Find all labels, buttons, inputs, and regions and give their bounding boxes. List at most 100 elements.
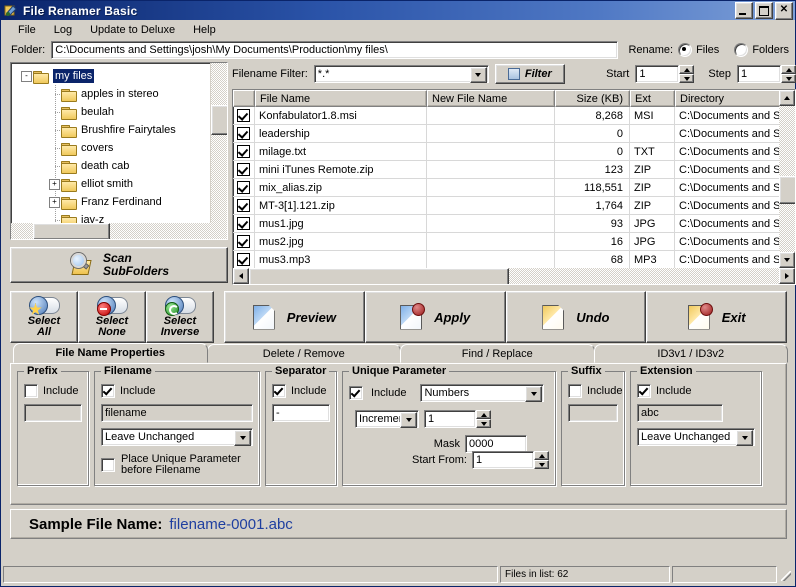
chevron-down-icon[interactable] [234,430,251,446]
folder-tree[interactable]: - my files apples in stereo beulah Brush… [10,62,228,240]
table-row[interactable]: mix_alias.zip 118,551 ZIP C:\Documents a… [233,179,795,197]
column-header-size[interactable]: Size (KB) [555,90,630,107]
tree-node-covers[interactable]: covers [11,139,227,157]
row-checkbox-cell[interactable] [233,233,255,250]
radio-folders-indicator[interactable] [734,43,749,57]
checkbox-icon[interactable] [237,109,250,122]
table-row[interactable]: leadership 0 C:\Documents and Setti [233,125,795,143]
radio-files[interactable]: Files [678,43,719,57]
tree-node-brushfire-fairytales[interactable]: Brushfire Fairytales [11,121,227,139]
radio-folders[interactable]: Folders [734,43,789,57]
table-row[interactable]: Konfabulator1.8.msi 8,268 MSI C:\Documen… [233,107,795,125]
row-checkbox-cell[interactable] [233,143,255,160]
unique-type-combo[interactable]: Numbers [420,384,545,402]
table-row[interactable]: MT-3[1].121.zip 1,764 ZIP C:\Documents a… [233,197,795,215]
filter-button[interactable]: Filter [494,64,565,84]
scroll-left-icon[interactable] [233,268,249,284]
filename-filter-combo[interactable]: *.* [313,65,489,83]
column-header-ext[interactable]: Ext [630,90,675,107]
extension-include-checkbox[interactable] [637,384,651,398]
checkbox-icon[interactable] [237,145,250,158]
filename-case-combo[interactable]: Leave Unchanged [101,428,253,446]
column-header-directory[interactable]: Directory [675,90,795,107]
start-spinner[interactable]: 1 [635,65,695,83]
collapse-icon[interactable]: - [21,71,32,82]
prefix-input[interactable] [24,404,82,422]
prefix-include-checkbox[interactable] [24,384,38,398]
tab-id3v1-id3v2[interactable]: ID3v1 / ID3v2 [593,344,788,363]
scan-subfolders-button[interactable]: Scan SubFolders [10,247,228,283]
start-spin-buttons[interactable] [679,65,695,83]
checkbox-icon[interactable] [237,235,250,248]
step-input[interactable]: 1 [737,65,781,83]
scroll-up-icon[interactable] [779,90,795,106]
exit-button[interactable]: Exit [646,291,787,343]
undo-button[interactable]: Undo [505,291,647,343]
tree-horizontal-scroll-thumb[interactable] [33,223,110,239]
tree-node-franz-ferdinand[interactable]: + Franz Ferdinand [11,193,227,211]
start-from-spin-buttons[interactable] [534,451,549,469]
filename-include-checkbox[interactable] [101,384,115,398]
filename-include-row[interactable]: Include [101,384,253,398]
file-list[interactable]: File Name New File Name Size (KB) Ext Di… [232,89,796,285]
increment-spin-down[interactable] [476,419,491,428]
expand-icon[interactable]: + [49,179,60,190]
file-list-hscroll-thumb[interactable] [249,268,509,284]
scroll-down-icon[interactable] [779,252,795,268]
menu-item-update-to-deluxe[interactable]: Update to Deluxe [81,22,184,38]
step-spinner[interactable]: 1 [737,65,796,83]
step-spin-down[interactable] [781,74,796,83]
file-list-horizontal-scrollbar[interactable] [233,268,795,284]
expand-icon[interactable]: + [49,197,60,208]
suffix-input[interactable] [568,404,618,422]
row-checkbox-cell[interactable] [233,179,255,196]
checkbox-icon[interactable] [237,253,250,266]
close-button[interactable]: ✕ [775,1,793,20]
tree-node-beulah[interactable]: beulah [11,103,227,121]
start-input[interactable]: 1 [635,65,680,83]
checkbox-icon[interactable] [237,199,250,212]
increment-spinner[interactable]: 1 [424,410,491,428]
extension-include-row[interactable]: Include [637,384,755,398]
tree-vertical-scrollbar[interactable] [210,63,227,239]
file-list-vertical-scrollbar[interactable] [779,90,795,268]
chevron-down-icon[interactable] [400,412,417,428]
row-checkbox-cell[interactable] [233,107,255,124]
separator-input[interactable]: - [272,404,330,422]
checkbox-icon[interactable] [237,163,250,176]
chevron-down-icon[interactable] [736,430,753,446]
chevron-down-icon[interactable] [525,386,543,402]
separator-include-row[interactable]: Include [272,384,330,398]
start-spin-down[interactable] [679,74,695,83]
step-spin-buttons[interactable] [781,65,796,83]
row-checkbox-cell[interactable] [233,215,255,232]
start-from-spin-up[interactable] [534,451,549,460]
checkbox-icon[interactable] [237,217,250,230]
start-spin-up[interactable] [679,65,695,74]
place-unique-checkbox[interactable] [101,458,115,472]
table-row[interactable]: mus2.jpg 16 JPG C:\Documents and Setti [233,233,795,251]
table-row[interactable]: mini iTunes Remote.zip 123 ZIP C:\Docume… [233,161,795,179]
maximize-button[interactable] [755,2,773,19]
table-row[interactable]: mus1.jpg 93 JPG C:\Documents and Setti [233,215,795,233]
increment-input[interactable]: 1 [424,410,476,428]
menu-item-help[interactable]: Help [184,22,225,38]
column-header-new-file-name[interactable]: New File Name [427,90,555,107]
checkbox-icon[interactable] [237,127,250,140]
minimize-button[interactable] [735,2,753,19]
tab-find-replace[interactable]: Find / Replace [400,344,595,363]
row-checkbox-cell[interactable] [233,125,255,142]
unique-include-checkbox[interactable] [349,386,363,400]
tree-node-my-files[interactable]: - my files [11,67,227,85]
extension-case-combo[interactable]: Leave Unchanged [637,428,755,446]
tree-vertical-scroll-thumb[interactable] [211,105,227,135]
menu-item-log[interactable]: Log [45,22,81,38]
row-checkbox-cell[interactable] [233,197,255,214]
tab-file-name-properties[interactable]: File Name Properties [13,343,208,363]
suffix-include-row[interactable]: Include [568,384,622,398]
start-from-spin-down[interactable] [534,460,549,469]
resize-grip-icon[interactable] [779,566,793,583]
increment-spin-buttons[interactable] [476,410,491,428]
separator-include-checkbox[interactable] [272,384,286,398]
row-checkbox-cell[interactable] [233,251,255,268]
